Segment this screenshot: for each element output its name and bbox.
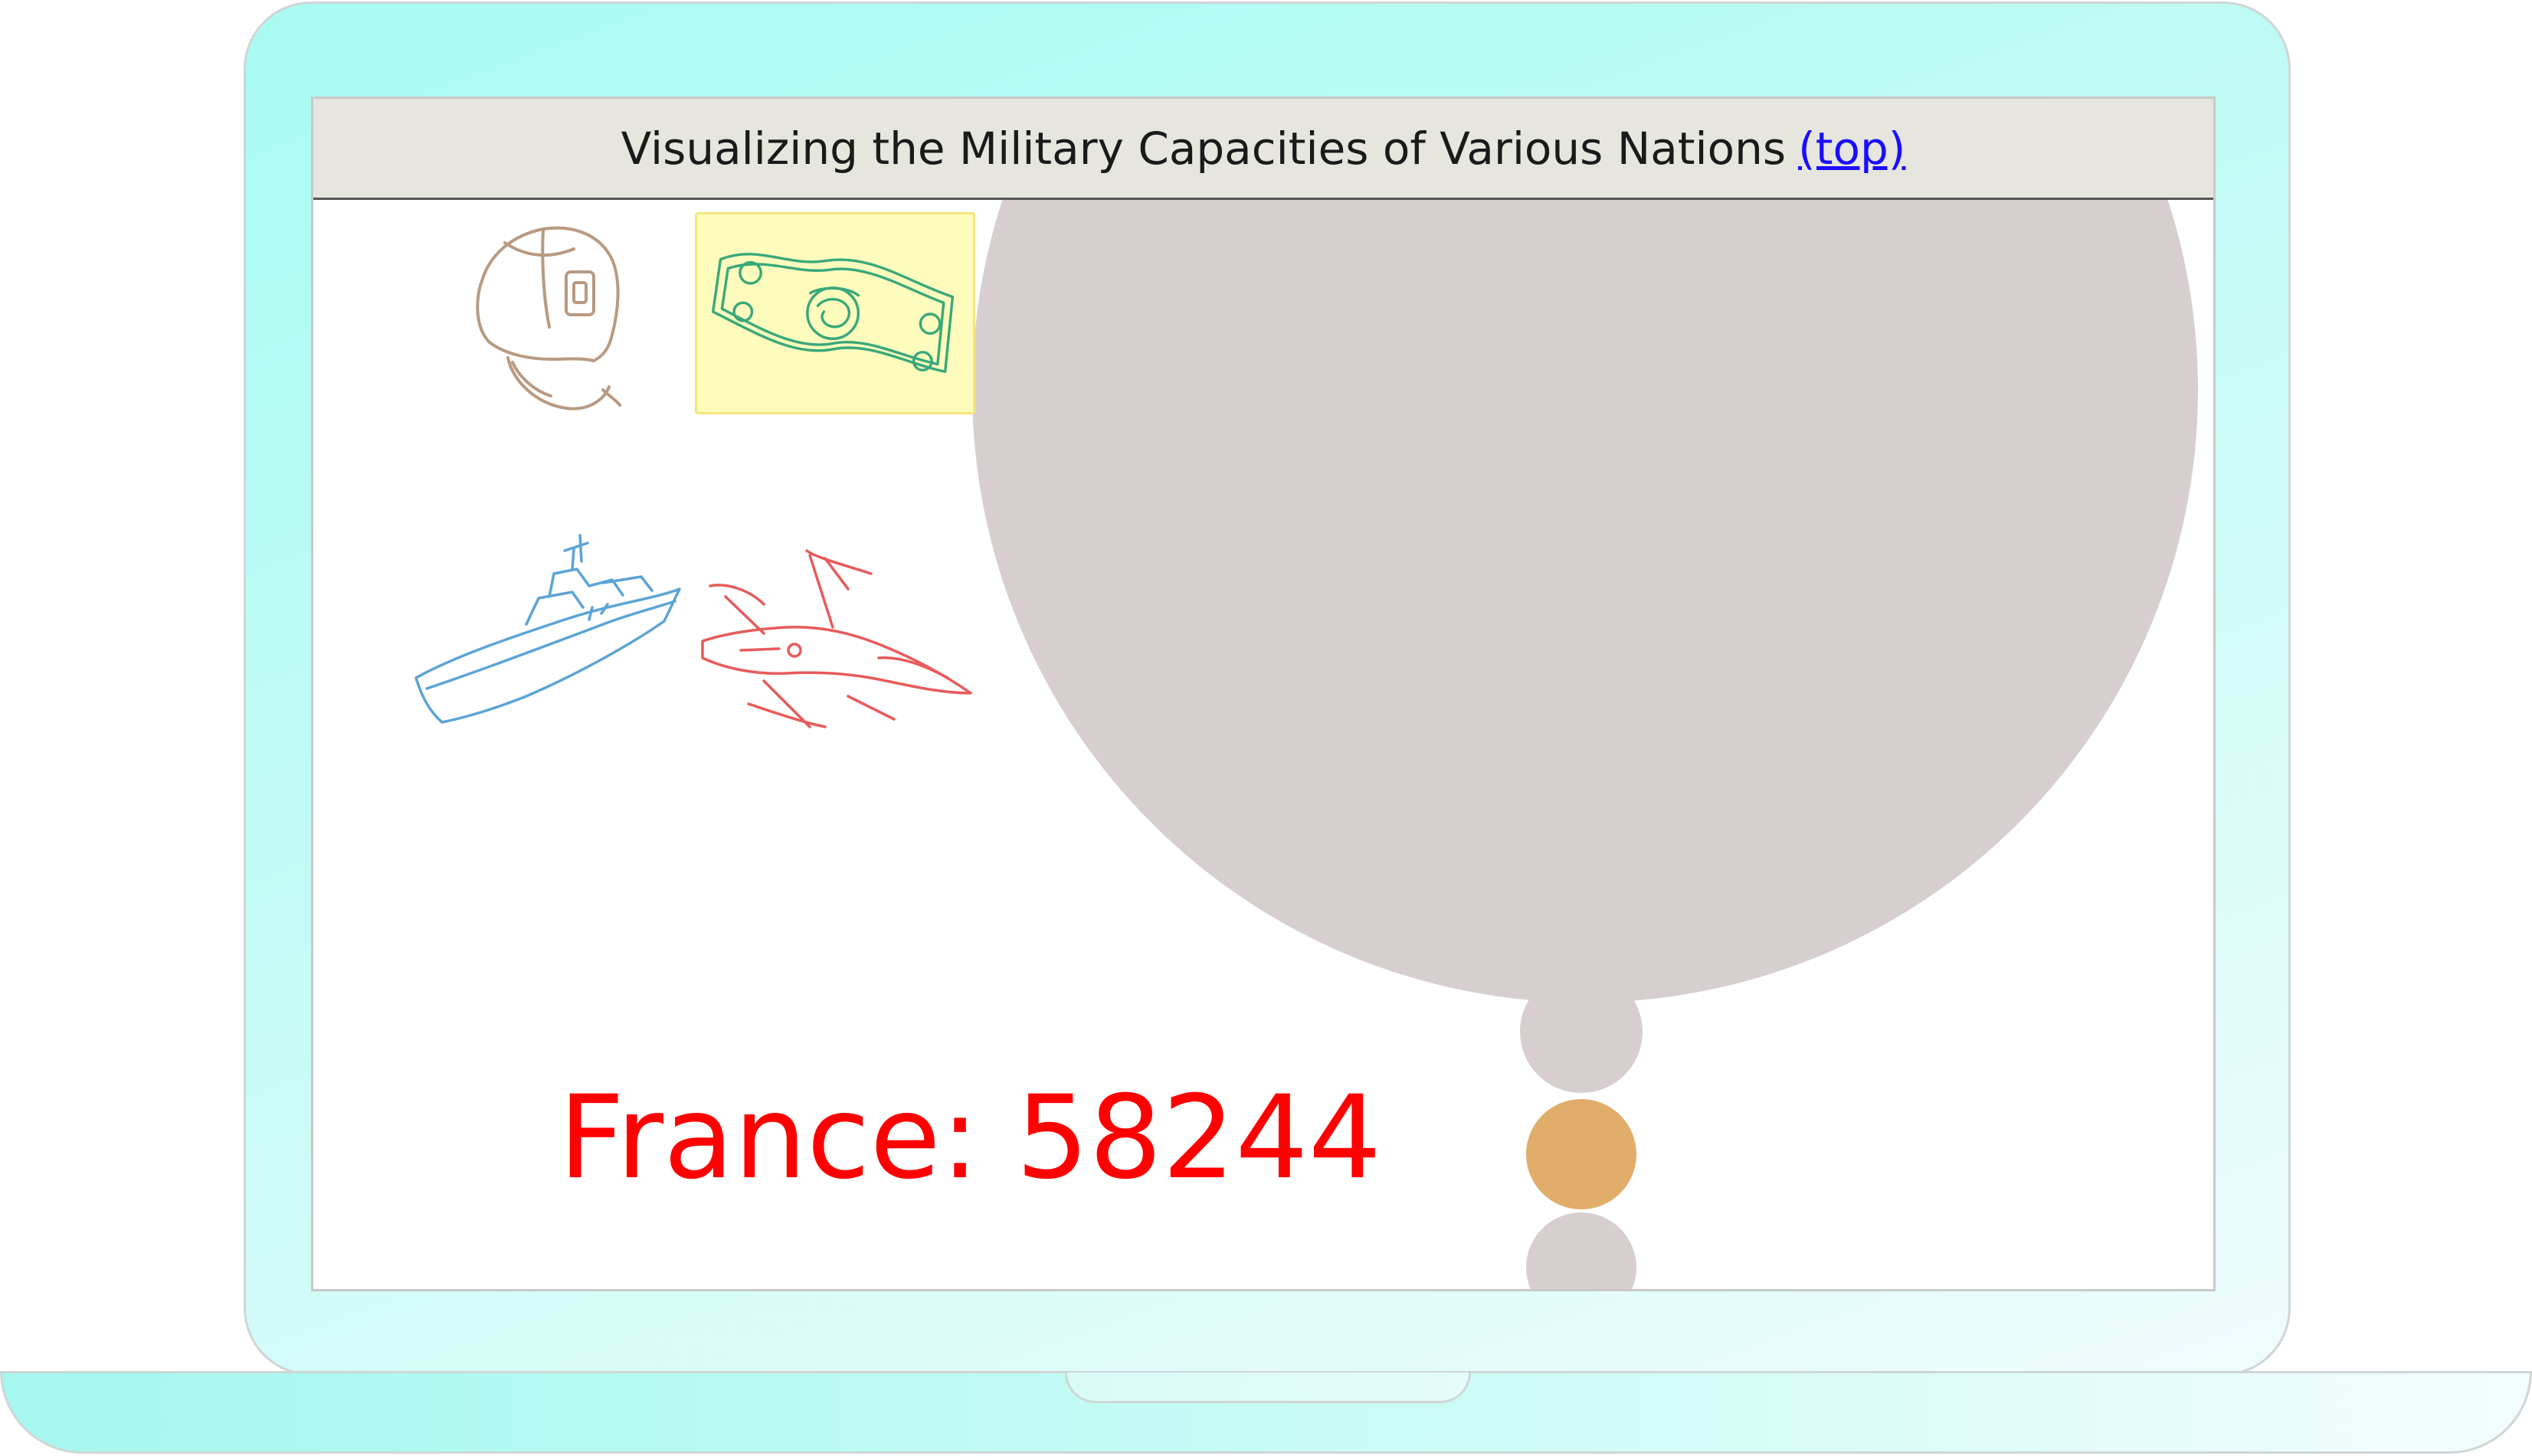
soldier-helmet-icon: [476, 226, 621, 411]
country-bubble-bottom[interactable]: [1526, 1212, 1636, 1289]
warship-button[interactable]: [411, 528, 684, 727]
top-link[interactable]: (top): [1798, 123, 1905, 175]
country-name: France: [558, 1072, 941, 1205]
browser-screen: Visualizing the Military Capacities of V…: [311, 97, 2216, 1291]
readout-separator: :: [940, 1072, 1016, 1205]
money-bill-button[interactable]: [695, 212, 975, 414]
warship-icon: [414, 534, 681, 724]
fighter-jet-icon: [701, 549, 972, 728]
page-header: Visualizing the Military Capacities of V…: [313, 99, 2213, 200]
country-readout: France: 58244: [558, 1072, 1381, 1205]
country-bubble-medium[interactable]: [1460, 716, 1702, 958]
laptop-mockup: Visualizing the Military Capacities of V…: [0, 0, 2532, 1456]
money-bill-icon: [711, 253, 955, 373]
page-title: Visualizing the Military Capacities of V…: [621, 122, 1787, 175]
country-bubble-small[interactable]: [1520, 970, 1643, 1093]
laptop-notch: [1065, 1373, 1471, 1403]
country-value: 58244: [1016, 1072, 1382, 1205]
fighter-jet-button[interactable]: [695, 543, 975, 742]
soldier-helmet-button[interactable]: [459, 212, 643, 419]
country-bubble-france[interactable]: [1526, 1099, 1636, 1209]
